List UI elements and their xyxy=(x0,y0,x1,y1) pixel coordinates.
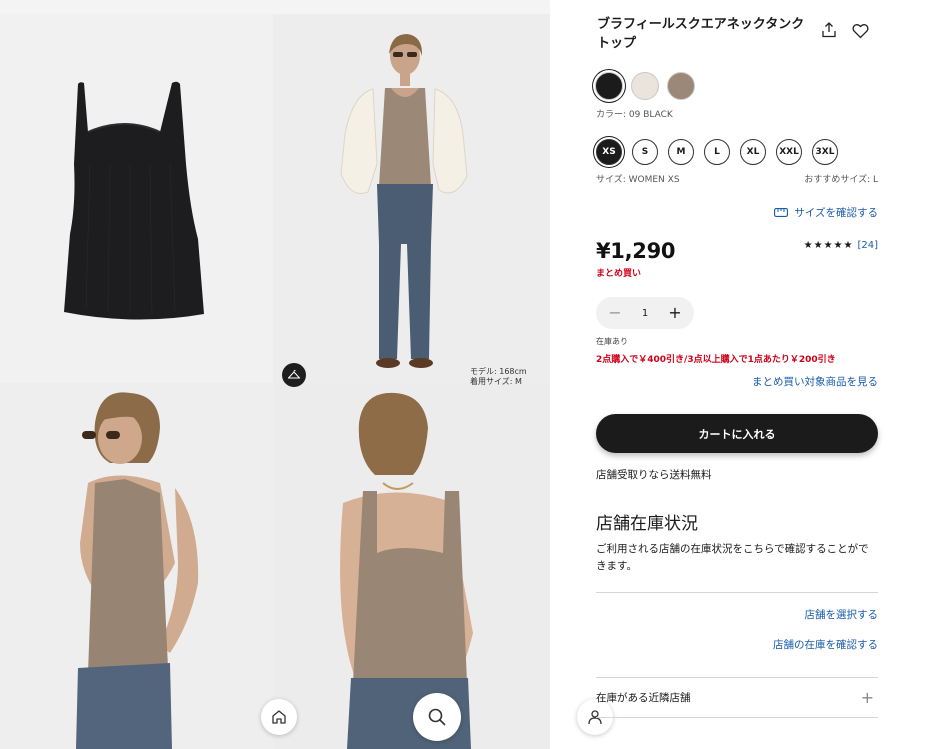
size-label: サイズ: WOMEN XS xyxy=(596,175,680,185)
home-icon xyxy=(272,710,286,724)
bulk-buy-badge: まとめ買い xyxy=(596,269,642,279)
product-gallery: モデル: 168cm 着用サイズ: M xyxy=(0,14,550,749)
store-stock-description: ご利用される店舗の在庫状況をこちらで確認することができます。 xyxy=(596,543,869,572)
select-store-link[interactable]: 店舗を選択する xyxy=(805,607,879,622)
size-option-s[interactable]: S xyxy=(632,139,658,165)
size-option-xxl[interactable]: XXL xyxy=(776,139,802,165)
promo-text: 2点購入で￥400引き/3点以上購入で1点あたり￥200引き xyxy=(596,355,836,365)
product-title: ブラフィールスクエアネックタンクトップ xyxy=(597,17,805,51)
rating-stars: ★★★★★ xyxy=(803,240,854,251)
check-store-stock-link[interactable]: 店舗の在庫を確認する xyxy=(773,637,878,652)
product-image-model-back[interactable] xyxy=(273,383,550,749)
top-bar xyxy=(0,0,550,14)
hanger-icon[interactable] xyxy=(282,363,306,387)
price: ¥1,290 xyxy=(596,239,676,263)
ruler-icon xyxy=(774,208,789,217)
size-option-xs[interactable]: XS xyxy=(596,139,622,165)
quantity-stepper: − 1 + xyxy=(596,297,694,329)
divider xyxy=(596,677,878,678)
size-option-3xl[interactable]: 3XL xyxy=(812,139,838,165)
search-icon xyxy=(428,708,446,726)
model-info: モデル: 168cm 着用サイズ: M xyxy=(470,367,527,387)
color-swatches xyxy=(595,72,695,100)
size-check-label: サイズを確認する xyxy=(794,207,878,219)
size-option-l[interactable]: L xyxy=(704,139,730,165)
divider xyxy=(596,717,878,718)
home-button[interactable] xyxy=(261,699,297,735)
product-image-flat[interactable] xyxy=(0,14,273,383)
color-swatch-black[interactable] xyxy=(595,72,623,100)
product-detail-panel: ブラフィールスクエアネックタンクトップ カラー: 09 BLACK XS S M… xyxy=(595,0,880,749)
store-stock-heading: 店舗在庫状況 xyxy=(596,514,698,534)
size-selector: XS S M L XL XXL 3XL xyxy=(596,139,838,165)
share-icon[interactable] xyxy=(821,22,837,38)
color-swatch-off-white[interactable] xyxy=(631,72,659,100)
recommended-size: おすすめサイズ: L xyxy=(804,175,878,185)
product-image-model-side[interactable] xyxy=(0,383,273,749)
review-count[interactable]: [24] xyxy=(857,240,878,251)
stock-status: 在庫あり xyxy=(596,337,628,346)
free-shipping-note: 店舗受取りなら送料無料 xyxy=(596,469,712,481)
size-check-link[interactable]: サイズを確認する xyxy=(774,205,878,220)
bundle-products-link[interactable]: まとめ買い対象商品を見る xyxy=(752,374,878,389)
divider xyxy=(596,592,878,593)
color-label: カラー: 09 BLACK xyxy=(596,110,673,120)
search-button[interactable] xyxy=(413,693,461,741)
nearby-stores-label[interactable]: 在庫がある近隣店舗 xyxy=(596,690,691,705)
favorite-heart-icon[interactable] xyxy=(852,23,869,39)
color-swatch-brown[interactable] xyxy=(667,72,695,100)
product-image-model-front[interactable] xyxy=(273,14,550,383)
model-height: モデル: 168cm xyxy=(470,367,527,376)
model-size: 着用サイズ: M xyxy=(470,377,522,386)
decrement-button[interactable]: − xyxy=(608,305,622,321)
size-option-m[interactable]: M xyxy=(668,139,694,165)
quantity-value[interactable]: 1 xyxy=(642,308,648,319)
add-to-cart-button[interactable]: カートに入れる xyxy=(596,414,878,453)
size-option-xl[interactable]: XL xyxy=(740,139,766,165)
expand-plus-icon[interactable]: + xyxy=(861,688,874,707)
increment-button[interactable]: + xyxy=(668,305,682,321)
rating[interactable]: ★★★★★ [24] xyxy=(804,240,878,251)
